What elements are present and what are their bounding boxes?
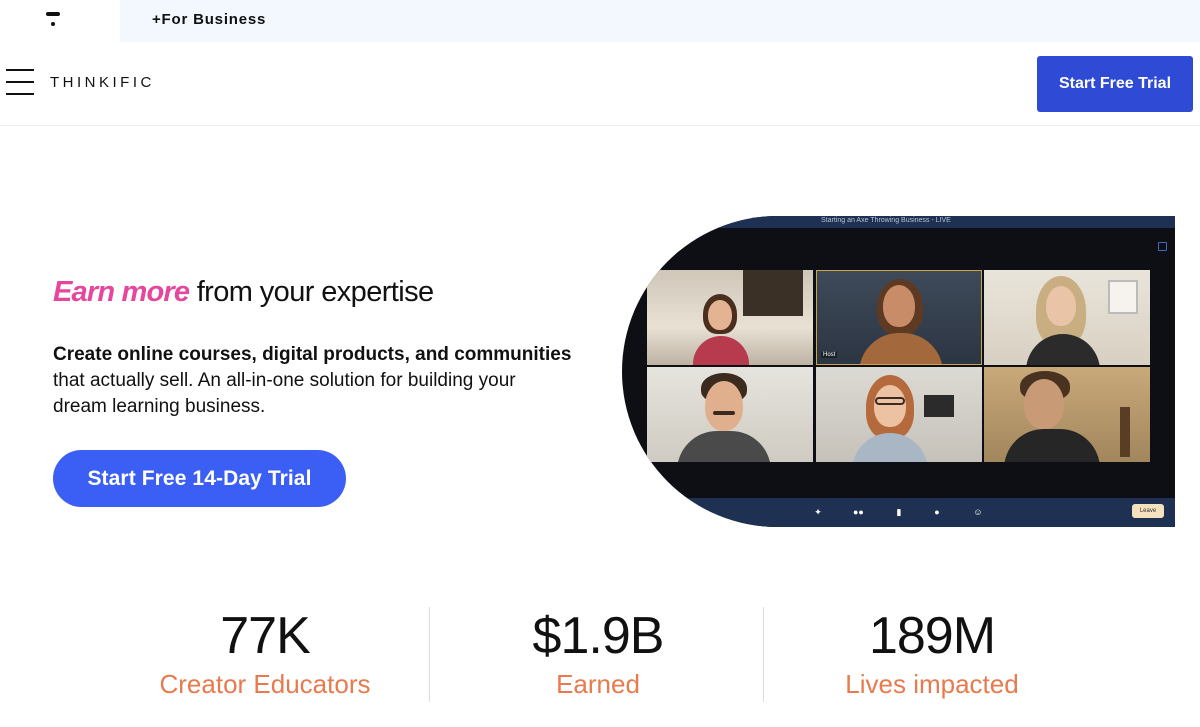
video-title-bar: Starting an Axe Throwing Business - LIVE (622, 216, 1175, 228)
participant-tile (647, 367, 813, 462)
for-business-bar: +For Business (120, 0, 1200, 42)
leave-button[interactable]: Leave (1132, 504, 1164, 518)
chat-icon[interactable]: ▮ (894, 507, 904, 517)
start-trial-hero-button[interactable]: Start Free 14-Day Trial (53, 450, 346, 507)
hero-subtitle: Create online courses, digital products,… (53, 342, 573, 420)
stat-earned: $1.9B Earned (463, 606, 733, 699)
call-controls: ✦ ●● ▮ ● ☺ Leave (622, 498, 1175, 527)
host-label: Host (821, 352, 838, 358)
participant-tile (647, 270, 813, 365)
stat-lives: 189M Lives impacted (797, 606, 1067, 699)
participant-tile (984, 270, 1150, 365)
share-icon[interactable]: ✦ (813, 507, 823, 517)
hero-title-accent: Earn more (53, 276, 190, 308)
reactions-icon[interactable]: ☺ (973, 507, 983, 517)
start-free-trial-button[interactable]: Start Free Trial (1037, 56, 1193, 112)
stat-value: 189M (868, 607, 996, 665)
participant-tile (816, 367, 982, 462)
brand-mark-box[interactable] (0, 0, 120, 42)
stat-label: Earned (556, 669, 640, 699)
hero-subtitle-rest: that actually sell. An all-in-one soluti… (53, 370, 516, 417)
divider (429, 607, 430, 702)
for-business-link[interactable]: +For Business (152, 11, 266, 28)
hero-title-rest: from your expertise (189, 276, 434, 308)
logo[interactable]: THINKIFIC (50, 74, 155, 91)
participant-tile (984, 367, 1150, 462)
stat-label: Creator Educators (159, 669, 371, 699)
top-strip: +For Business (0, 0, 1200, 42)
participant-tile: Host (816, 270, 982, 365)
menu-icon[interactable] (6, 69, 34, 95)
hero-title: Earn more from your expertise (53, 276, 434, 309)
hero-subtitle-bold: Create online courses, digital products,… (53, 344, 572, 365)
stat-value: $1.9B (532, 607, 665, 665)
fullscreen-icon (1158, 242, 1167, 251)
stat-label: Lives impacted (845, 669, 1019, 699)
thinkific-mark-icon[interactable] (46, 12, 60, 28)
video-call-image: Starting an Axe Throwing Business - LIVE… (622, 216, 1175, 527)
participants-icon[interactable]: ●● (853, 507, 864, 517)
stat-value: 77K (220, 607, 311, 665)
site-header: THINKIFIC Start Free Trial (0, 42, 1200, 126)
session-title: Starting an Axe Throwing Business - LIVE (821, 217, 951, 224)
divider (763, 607, 764, 702)
record-icon[interactable]: ● (932, 507, 942, 517)
stat-creators: 77K Creator Educators (130, 606, 400, 699)
